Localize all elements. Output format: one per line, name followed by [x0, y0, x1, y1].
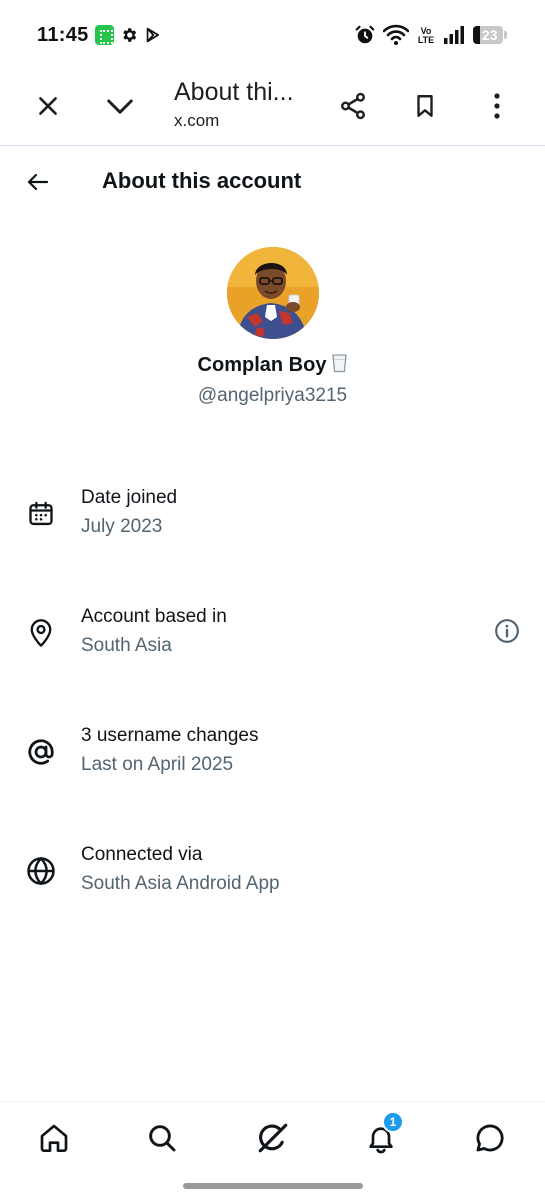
grok-icon: [258, 1123, 288, 1153]
bottom-navigation: 1: [0, 1101, 545, 1177]
info-row-username-changes: 3 username changes Last on April 2025: [0, 725, 545, 815]
location-pin-icon: [24, 616, 58, 650]
more-vertical-icon: [494, 93, 500, 119]
volte-icon: Vo LTE: [416, 25, 436, 47]
info-title: Account based in: [81, 606, 227, 627]
signal-icon: [443, 24, 465, 46]
nav-grok[interactable]: [253, 1118, 293, 1158]
avatar[interactable]: [227, 247, 319, 339]
info-row-connected-via: Connected via South Asia Android App: [0, 844, 545, 934]
globe-icon: [24, 854, 58, 888]
info-button[interactable]: [492, 616, 522, 646]
info-row-date-joined: Date joined July 2023: [0, 487, 545, 577]
bookmark-button[interactable]: [403, 84, 447, 128]
browser-page-title: About thi...: [174, 78, 294, 106]
info-title: Date joined: [81, 487, 178, 508]
display-name: Complan Boy: [0, 354, 545, 377]
info-title: 3 username changes: [81, 725, 259, 746]
arrow-left-icon: [27, 173, 49, 191]
status-time: 11:45: [37, 24, 89, 46]
more-options-button[interactable]: [475, 84, 519, 128]
gesture-handle[interactable]: [183, 1183, 363, 1189]
page-title: About this account: [102, 168, 302, 193]
info-title: Connected via: [81, 844, 203, 865]
browser-toolbar: About thi... x.com: [0, 70, 545, 146]
battery-level: 23: [482, 27, 498, 43]
info-subtitle: Last on April 2025: [81, 754, 234, 775]
status-bar: 11:45 Vo LTE 23: [0, 0, 545, 70]
share-icon: [341, 92, 365, 120]
display-name-text: Complan Boy: [197, 354, 327, 376]
handle: @angelpriya3215: [197, 385, 348, 406]
nav-messages[interactable]: [470, 1118, 510, 1158]
battery-body: 23: [473, 26, 503, 44]
search-icon: [149, 1125, 176, 1152]
at-sign-icon: [24, 735, 58, 769]
nav-home[interactable]: [34, 1118, 74, 1158]
nav-notifications[interactable]: 1: [361, 1111, 404, 1158]
share-button[interactable]: [331, 84, 375, 128]
battery-tip: [504, 31, 507, 39]
info-subtitle: South Asia Android App: [81, 873, 280, 894]
bookmark-icon: [417, 95, 433, 117]
info-subtitle: South Asia: [81, 635, 172, 656]
wifi-icon: [383, 24, 409, 46]
play-store-icon: [143, 24, 161, 46]
alarm-icon: [354, 24, 376, 46]
app-notification-icon: [95, 25, 114, 45]
gear-icon: [120, 24, 138, 46]
close-button[interactable]: [26, 84, 70, 128]
info-subtitle: July 2023: [81, 516, 163, 537]
battery-fill: [473, 26, 480, 44]
calendar-icon: [24, 497, 58, 531]
browser-url: x.com: [174, 111, 220, 130]
home-icon: [40, 1124, 68, 1152]
messages-icon: [476, 1124, 504, 1152]
chevron-down-icon: [107, 99, 133, 114]
notification-badge: 1: [382, 1111, 404, 1133]
nav-search[interactable]: [142, 1118, 182, 1158]
glass-of-milk-icon: [332, 354, 348, 373]
volte-bottom-label: LTE: [417, 35, 435, 45]
minimize-button[interactable]: [98, 84, 142, 128]
close-icon: [39, 97, 57, 115]
page-header: About this account: [0, 148, 545, 214]
battery-icon: 23: [473, 26, 507, 44]
back-button[interactable]: [18, 162, 58, 202]
avatar-image: [227, 247, 319, 339]
info-icon: [495, 619, 519, 643]
info-row-account-based-in: Account based in South Asia: [0, 606, 545, 696]
